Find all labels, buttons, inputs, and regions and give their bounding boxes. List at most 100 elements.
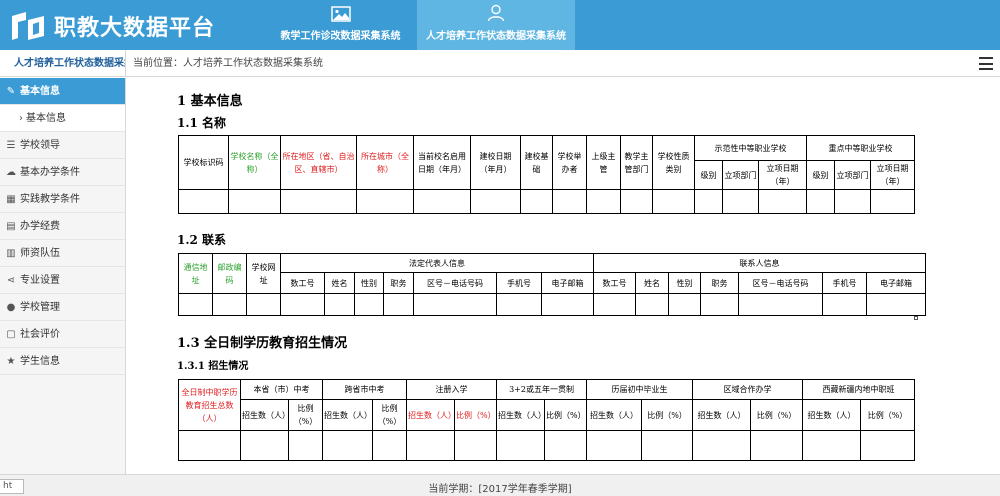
input-cell[interactable] [288,430,323,461]
header-cell: 上级主管 [586,135,621,190]
input-cell[interactable] [178,430,241,461]
input-cell[interactable] [280,293,325,316]
header-cell: 比例（%） [641,399,694,431]
contact-table: 通信地址 邮政编码 学校网址 法定代表人信息 联系人信息 数工号 姓名 性别 职… [178,253,927,316]
sidebar-item-label: 学校管理 [20,301,60,313]
input-cell[interactable] [496,430,545,461]
input-cell[interactable] [413,293,497,316]
header-cell: 数工号 [280,272,325,294]
header-cell: 比例（%） [750,399,804,431]
input-cell[interactable] [406,430,455,461]
input-cell[interactable] [641,430,694,461]
input-cell[interactable] [178,189,229,214]
input-cell[interactable] [869,189,916,214]
input-cell[interactable] [470,189,521,214]
input-cell[interactable] [635,293,670,316]
sidebar-item-basic-conditions[interactable]: ☁ 基本办学条件 [0,159,125,186]
sidebar-item-label: 学生信息 [20,355,60,367]
input-cell[interactable] [586,189,621,214]
input-cell[interactable] [324,293,355,316]
section-heading: 1.3 全日制学历教育招生情况 [177,336,348,351]
subsection-heading: 1.2 联系 [177,233,227,247]
input-cell[interactable] [413,189,471,214]
input-cell[interactable] [802,430,862,461]
input-cell[interactable] [496,293,542,316]
header-cell: 学校标识码 [178,135,229,190]
input-cell[interactable] [178,293,213,316]
input-cell[interactable] [280,189,357,214]
tab-talent-system[interactable]: 人才培养工作状态数据采集系统 [417,0,575,50]
sidebar-item-label: 基本信息 [20,85,60,97]
header-cell: 招生数（人） [322,399,373,431]
input-cell[interactable] [668,293,702,316]
input-cell[interactable] [540,293,595,316]
input-cell[interactable] [228,189,281,214]
input-cell[interactable] [383,293,414,316]
logo[interactable]: 职教大数据平台 [8,8,215,44]
header-cell: 职务 [700,272,740,294]
input-cell[interactable] [758,189,807,214]
list-icon: ☰ [6,139,16,151]
input-cell[interactable] [692,430,752,461]
input-cell[interactable] [543,430,588,461]
name-table: 学校标识码 学校名称（全称） 所在地区（省、自治区、直辖市） 所在城市（全称） … [178,135,916,214]
sidebar-item-social-evaluation[interactable]: ▢ 社会评价 [0,321,125,348]
input-cell[interactable] [806,189,835,214]
input-cell[interactable] [694,189,723,214]
input-cell[interactable] [322,430,373,461]
input-cell[interactable] [866,293,927,316]
logo-icon [12,12,44,40]
input-cell[interactable] [356,189,414,214]
subsection-heading: 1.3.1 招生情况 [177,361,249,372]
header-cell: 手机号 [496,272,542,294]
sidebar-item-label: 实践教学条件 [20,193,80,205]
input-cell[interactable] [822,293,868,316]
sidebar-item-school-leaders[interactable]: ☰ 学校领导 [0,132,125,159]
input-cell[interactable] [372,430,407,461]
sidebar-item-basic-info[interactable]: ✎ 基本信息 [0,78,125,105]
sidebar-item-student-info[interactable]: ★ 学生信息 [0,348,125,375]
sidebar-subitem-basic-info[interactable]: › 基本信息 [0,105,125,132]
input-cell[interactable] [738,293,824,316]
input-cell[interactable] [593,293,637,316]
sidebar-item-label: 学校领导 [20,139,60,151]
header-cell: 性别 [354,272,384,294]
input-cell[interactable] [620,189,653,214]
header-cell: 学校性质类别 [652,135,695,190]
header-cell: 立项日期（年） [869,160,916,190]
header-cell: 立项部门 [834,160,871,190]
sidebar-item-label: 基本信息 [26,112,66,124]
sidebar-item-majors[interactable]: ⋖ 专业设置 [0,267,125,294]
input-cell[interactable] [860,430,916,461]
input-cell[interactable] [700,293,740,316]
header-cell: 电子邮箱 [540,272,595,294]
tab-diagnosis-system[interactable]: 教学工作诊改数据采集系统 [268,0,413,50]
input-cell[interactable] [246,293,281,316]
sidebar-item-practice-conditions[interactable]: ▦ 实践教学条件 [0,186,125,213]
input-cell[interactable] [520,189,553,214]
input-cell[interactable] [652,189,695,214]
resize-handle[interactable] [914,316,918,320]
header-cell: 3+2或五年一贯制 [495,379,588,400]
menu-icon[interactable] [979,57,993,70]
star-icon: ★ [6,355,16,367]
header-cell: 学校名称（全称） [228,135,281,190]
sidebar: ✎ 基本信息 › 基本信息 ☰ 学校领导 ☁ 基本办学条件 ▦ 实践教学条件 ▤… [0,78,126,474]
input-cell[interactable] [454,430,497,461]
input-cell[interactable] [586,430,643,461]
input-cell[interactable] [552,189,587,214]
enrollment-table: 全日制中职学历教育招生总数（人） 本省（市）中考 跨省市中考 注册入学 3+2或… [178,379,916,461]
input-cell[interactable] [722,189,759,214]
chevron-right-icon: › [19,112,23,124]
sidebar-item-label: 专业设置 [20,274,60,286]
sidebar-item-management[interactable]: ● 学校管理 [0,294,125,321]
tab-label: 教学工作诊改数据采集系统 [280,31,401,42]
input-cell[interactable] [240,430,289,461]
input-cell[interactable] [834,189,871,214]
sidebar-item-faculty[interactable]: ▥ 师资队伍 [0,240,125,267]
sidebar-item-funding[interactable]: ▤ 办学经费 [0,213,125,240]
input-cell[interactable] [212,293,247,316]
input-cell[interactable] [750,430,804,461]
input-cell[interactable] [354,293,384,316]
header-cell: 姓名 [635,272,670,294]
